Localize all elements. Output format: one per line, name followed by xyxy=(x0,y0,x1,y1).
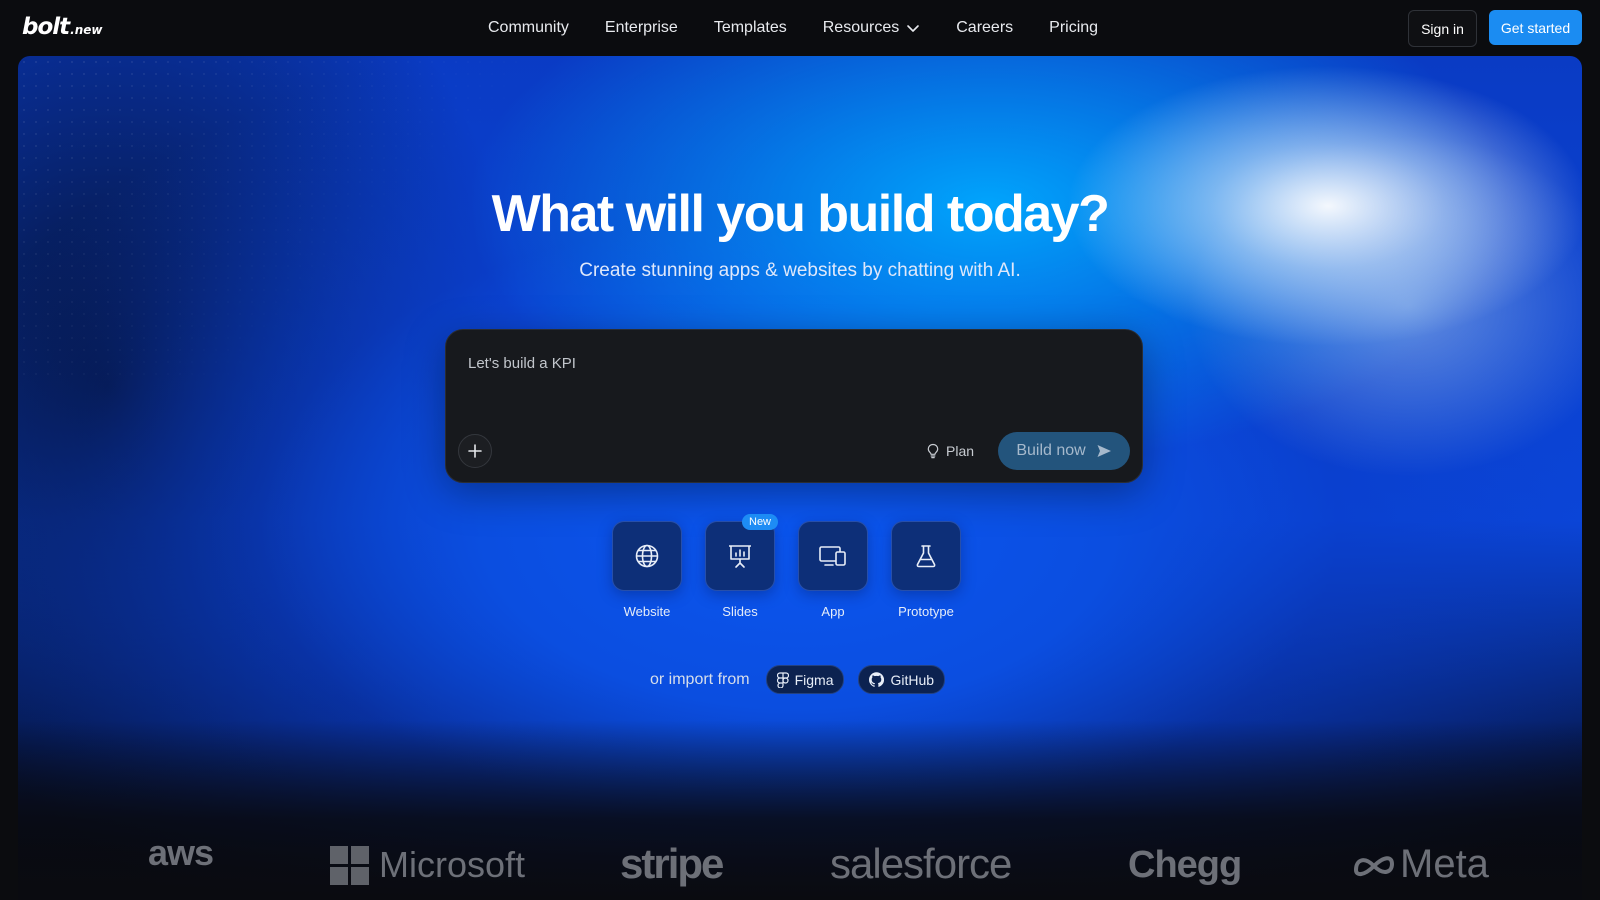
main-nav: Community Enterprise Templates Resources… xyxy=(470,0,1116,56)
new-badge: New xyxy=(742,514,779,530)
github-icon xyxy=(869,672,885,687)
app-tile[interactable] xyxy=(798,521,868,591)
import-label: or import from xyxy=(650,670,750,688)
plan-label: Plan xyxy=(946,443,975,459)
type-website[interactable]: Website xyxy=(612,521,682,619)
flask-icon xyxy=(916,545,936,568)
type-prototype-label: Prototype xyxy=(898,604,954,619)
bolt-logo[interactable]: bolt.new xyxy=(22,14,102,40)
figma-label: Figma xyxy=(794,671,834,688)
aws-logo: aws xyxy=(148,832,214,874)
prompt-input[interactable]: Let's build a KPI xyxy=(468,355,576,372)
meta-logo-text: Meta xyxy=(1400,842,1489,886)
project-type-picker: Website New Slides App Prototype xyxy=(612,514,961,619)
microsoft-logo: Microsoft xyxy=(330,844,525,886)
import-github-button[interactable]: GitHub xyxy=(858,665,946,694)
meta-infinity-icon xyxy=(1354,855,1394,876)
type-slides-label: Slides xyxy=(722,604,758,619)
aws-logo-text: aws xyxy=(148,832,214,873)
build-now-label: Build now xyxy=(1016,442,1086,459)
sign-in-button[interactable]: Sign in xyxy=(1408,10,1477,47)
plus-icon xyxy=(468,444,482,458)
nav-careers-label: Careers xyxy=(956,19,1014,36)
type-app-label: App xyxy=(821,604,845,619)
type-prototype[interactable]: Prototype xyxy=(891,521,961,619)
logo-suffix: .new xyxy=(70,23,103,37)
nav-pricing[interactable]: Pricing xyxy=(1031,19,1116,37)
logo-text: bolt xyxy=(22,14,70,40)
meta-logo: Meta xyxy=(1352,842,1489,887)
nav-community-label: Community xyxy=(488,19,569,36)
lightbulb-icon xyxy=(927,443,939,459)
nav-pricing-label: Pricing xyxy=(1049,19,1099,36)
type-website-label: Website xyxy=(623,604,671,619)
add-attachment-button[interactable] xyxy=(458,434,492,468)
devices-icon xyxy=(819,546,846,566)
prototype-tile[interactable] xyxy=(891,521,961,591)
get-started-button[interactable]: Get started xyxy=(1489,10,1582,45)
figma-icon xyxy=(776,671,789,688)
nav-enterprise[interactable]: Enterprise xyxy=(587,19,696,37)
nav-resources-label: Resources xyxy=(822,19,900,36)
plan-button[interactable]: Plan xyxy=(926,438,974,464)
customer-logos: aws Microsoft stripe salesforce Chegg Me… xyxy=(0,820,1600,900)
import-row: or import from Figma GitHub xyxy=(650,665,946,694)
top-navigation-bar: bolt.new Community Enterprise Templates … xyxy=(0,0,1600,56)
microsoft-logo-text: Microsoft xyxy=(379,844,526,885)
chegg-logo-text: Chegg xyxy=(1128,844,1242,886)
stripe-logo: stripe xyxy=(620,840,724,888)
chegg-logo: Chegg xyxy=(1128,844,1242,887)
salesforce-logo: salesforce xyxy=(830,840,1012,888)
nav-enterprise-label: Enterprise xyxy=(604,19,678,36)
github-label: GitHub xyxy=(890,671,935,688)
nav-templates[interactable]: Templates xyxy=(696,19,805,37)
prompt-input-box[interactable]: Let's build a KPI Plan Build now xyxy=(445,329,1143,483)
send-icon xyxy=(1097,445,1111,457)
globe-icon xyxy=(635,544,659,568)
slides-tile[interactable] xyxy=(705,521,775,591)
chevron-down-icon xyxy=(907,25,920,32)
nav-careers[interactable]: Careers xyxy=(938,19,1031,37)
type-app[interactable]: App xyxy=(798,521,868,619)
build-now-button[interactable]: Build now xyxy=(998,432,1130,470)
hero-title: What will you build today? xyxy=(491,185,1110,243)
hero-subtitle: Create stunning apps & websites by chatt… xyxy=(579,260,1021,281)
nav-resources[interactable]: Resources xyxy=(805,19,938,37)
salesforce-logo-text: salesforce xyxy=(830,840,1012,887)
nav-templates-label: Templates xyxy=(713,19,787,36)
hero-section: What will you build today? Create stunni… xyxy=(18,56,1582,900)
presentation-icon xyxy=(729,545,751,568)
nav-community[interactable]: Community xyxy=(470,19,587,37)
import-figma-button[interactable]: Figma xyxy=(765,665,845,694)
type-slides[interactable]: New Slides xyxy=(705,514,779,619)
stripe-logo-text: stripe xyxy=(620,840,724,887)
website-tile[interactable] xyxy=(612,521,682,591)
microsoft-grid-icon xyxy=(330,845,369,885)
